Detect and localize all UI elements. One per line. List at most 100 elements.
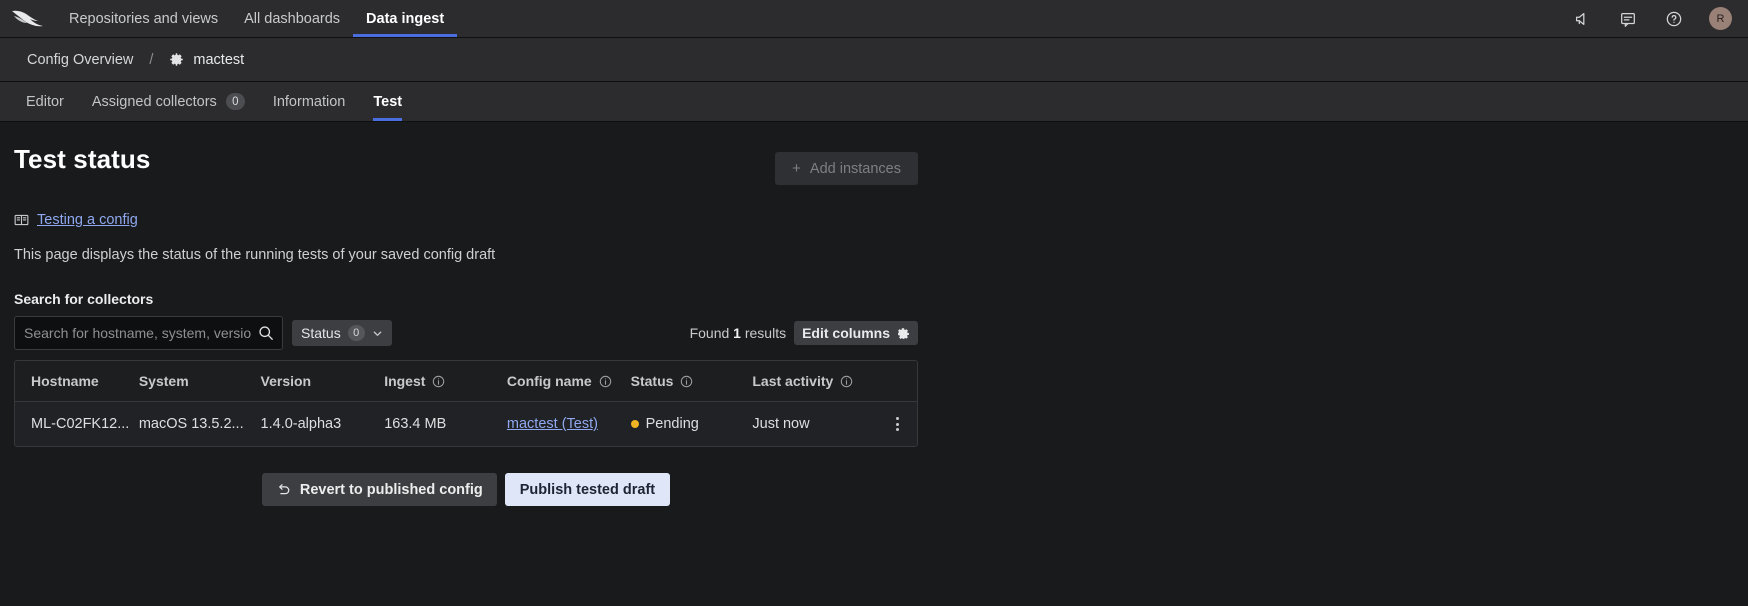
column-header-system[interactable]: System [139, 361, 261, 402]
cell-hostname: ML-C02FK12... [15, 402, 139, 447]
info-icon[interactable] [680, 375, 693, 388]
top-nav-items: Repositories and views All dashboards Da… [56, 0, 457, 37]
tab-assigned-collectors[interactable]: Assigned collectors 0 [78, 82, 259, 121]
search-section-label: Search for collectors [14, 291, 918, 307]
column-header-status[interactable]: Status [631, 361, 753, 402]
help-icon[interactable] [1663, 8, 1685, 30]
edit-columns-label: Edit columns [802, 325, 890, 341]
status-filter-label: Status [301, 325, 341, 341]
collectors-table-wrapper: Hostname System Version [14, 360, 918, 447]
breadcrumb: Config Overview / mactest [0, 38, 1748, 82]
nav-label: All dashboards [244, 11, 340, 27]
table-head: Hostname System Version [15, 361, 917, 402]
search-input[interactable] [15, 325, 282, 341]
column-label: Ingest [384, 373, 425, 389]
table-body: ML-C02FK12... macOS 13.5.2... 1.4.0-alph… [15, 402, 917, 447]
tab-badge-count: 0 [226, 93, 245, 110]
nav-label: Data ingest [366, 11, 444, 27]
breadcrumb-separator: / [149, 52, 153, 68]
search-icon[interactable] [258, 325, 274, 341]
page-header-row: Test status + Add instances [14, 122, 918, 185]
nav-item-data-ingest[interactable]: Data ingest [353, 0, 457, 37]
top-nav-actions: R [1571, 0, 1748, 37]
megaphone-icon[interactable] [1571, 8, 1593, 30]
column-header-hostname[interactable]: Hostname [15, 361, 139, 402]
tab-label: Editor [26, 94, 64, 110]
tab-label: Test [373, 94, 402, 110]
chevron-down-icon [372, 328, 383, 339]
edit-columns-button[interactable]: Edit columns [794, 321, 918, 345]
avatar[interactable]: R [1709, 7, 1732, 30]
add-instances-button[interactable]: + Add instances [775, 152, 918, 185]
gear-icon [169, 52, 184, 67]
nav-item-all-dashboards[interactable]: All dashboards [231, 0, 353, 37]
publish-tested-draft-button[interactable]: Publish tested draft [505, 473, 670, 506]
plus-icon: + [792, 161, 801, 176]
cell-version: 1.4.0-alpha3 [261, 402, 385, 447]
column-header-last-activity[interactable]: Last activity [752, 361, 877, 402]
testing-a-config-link[interactable]: Testing a config [37, 212, 138, 228]
nav-item-repositories-and-views[interactable]: Repositories and views [56, 0, 231, 37]
cell-system: macOS 13.5.2... [139, 402, 261, 447]
page-title: Test status [14, 144, 150, 175]
results-count-text: Found 1 results [690, 325, 787, 341]
test-status-panel: Test status + Add instances Testing a co… [0, 122, 918, 506]
footer-action-row: Revert to published config Publish teste… [14, 473, 918, 506]
feedback-icon[interactable] [1617, 8, 1639, 30]
column-label: Hostname [31, 373, 99, 389]
column-header-ingest[interactable]: Ingest [384, 361, 507, 402]
gear-icon-small [897, 327, 910, 340]
search-and-filter-row: Status 0 Found 1 results Edit columns [14, 316, 918, 350]
add-instances-label: Add instances [810, 161, 901, 177]
status-filter-count: 0 [348, 325, 365, 341]
status-filter-dropdown[interactable]: Status 0 [292, 320, 392, 346]
main-content: Test status + Add instances Testing a co… [0, 122, 1748, 606]
tab-label: Assigned collectors [92, 94, 217, 110]
top-navigation-bar: Repositories and views All dashboards Da… [0, 0, 1748, 38]
avatar-initial: R [1717, 13, 1725, 25]
column-header-config-name[interactable]: Config name [507, 361, 631, 402]
row-overflow-menu-icon[interactable] [877, 417, 917, 431]
cell-ingest: 163.4 MB [384, 402, 507, 447]
tab-label: Information [273, 94, 346, 110]
revert-label: Revert to published config [300, 482, 483, 498]
revert-to-published-config-button[interactable]: Revert to published config [262, 473, 497, 506]
nav-label: Repositories and views [69, 11, 218, 27]
documentation-link-row: Testing a config [14, 212, 918, 228]
breadcrumb-current-config[interactable]: mactest [169, 52, 244, 68]
tab-test[interactable]: Test [359, 82, 416, 121]
info-icon[interactable] [599, 375, 612, 388]
column-label: Last activity [752, 373, 833, 389]
cell-status: Pending [631, 402, 753, 447]
undo-icon [276, 483, 291, 497]
cell-config-name: mactest (Test) [507, 402, 631, 447]
cell-row-actions [877, 402, 917, 447]
cell-last-activity: Just now [752, 402, 877, 447]
column-header-version[interactable]: Version [261, 361, 385, 402]
book-icon [14, 213, 29, 227]
publish-label: Publish tested draft [520, 482, 655, 498]
found-suffix: results [745, 325, 786, 341]
info-icon[interactable] [840, 375, 853, 388]
table-header-row: Hostname System Version [15, 361, 917, 402]
table-row[interactable]: ML-C02FK12... macOS 13.5.2... 1.4.0-alph… [15, 402, 917, 447]
status-label: Pending [646, 416, 699, 432]
search-input-wrapper [14, 316, 283, 350]
tab-editor[interactable]: Editor [12, 82, 78, 121]
falcon-logo[interactable] [0, 0, 56, 37]
config-name-link[interactable]: mactest (Test) [507, 416, 598, 432]
status-dot [631, 420, 639, 428]
breadcrumb-current-label: mactest [193, 52, 244, 68]
column-label: System [139, 373, 189, 389]
column-label: Config name [507, 373, 592, 389]
page-description: This page displays the status of the run… [14, 247, 918, 263]
results-tools: Found 1 results Edit columns [690, 321, 918, 345]
breadcrumb-config-overview[interactable]: Config Overview [27, 52, 133, 68]
info-icon[interactable] [432, 375, 445, 388]
collectors-table: Hostname System Version [15, 361, 917, 446]
column-label: Version [261, 373, 312, 389]
column-label: Status [631, 373, 674, 389]
found-count: 1 [733, 325, 741, 341]
tab-information[interactable]: Information [259, 82, 360, 121]
column-header-actions [877, 361, 917, 402]
